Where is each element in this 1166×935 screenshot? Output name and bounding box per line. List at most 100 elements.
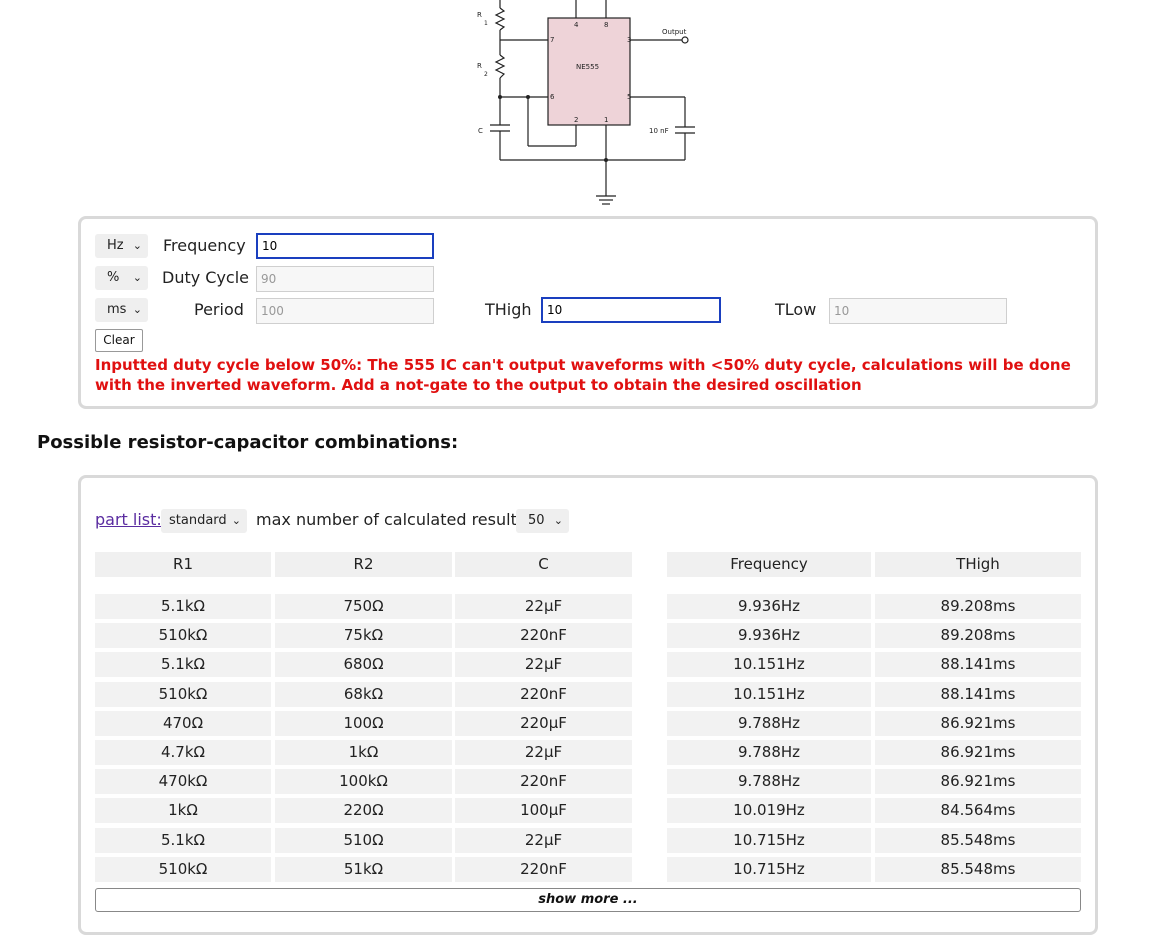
part-list-value: standard bbox=[169, 513, 227, 528]
table-cell: 510kΩ bbox=[95, 682, 271, 707]
table-cell: 88.141ms bbox=[875, 682, 1081, 707]
duty-unit-value: % bbox=[107, 270, 120, 285]
tlow-input[interactable]: 10 bbox=[829, 298, 1007, 324]
table-cell: 510kΩ bbox=[95, 623, 271, 648]
r1-subscript: 1 bbox=[484, 20, 488, 27]
table-cell: 220Ω bbox=[275, 798, 452, 823]
table-cell: 5.1kΩ bbox=[95, 652, 271, 677]
ic-label: NE555 bbox=[576, 63, 599, 71]
table-cell: 9.788Hz bbox=[667, 769, 871, 794]
cap-label: 10 nF bbox=[649, 127, 669, 135]
table-cell: 10.715Hz bbox=[667, 857, 871, 882]
table-cell: 510kΩ bbox=[95, 857, 271, 882]
frequency-unit-select[interactable]: Hz ⌄ bbox=[95, 234, 148, 258]
table-cell: 1kΩ bbox=[95, 798, 271, 823]
table-cell: 9.936Hz bbox=[667, 594, 871, 619]
table-cell: 86.921ms bbox=[875, 769, 1081, 794]
table-cell: 470kΩ bbox=[95, 769, 271, 794]
period-label: Period bbox=[194, 300, 244, 319]
table-cell: 88.141ms bbox=[875, 652, 1081, 677]
table-cell: 220nF bbox=[455, 682, 632, 707]
part-list-select[interactable]: standard ⌄ bbox=[161, 509, 247, 533]
table-cell: 510Ω bbox=[275, 828, 452, 853]
table-cell: 4.7kΩ bbox=[95, 740, 271, 765]
table-cell: 22µF bbox=[455, 594, 632, 619]
table-cell: 75kΩ bbox=[275, 623, 452, 648]
table-cell: 10.715Hz bbox=[667, 828, 871, 853]
table-cell: 220nF bbox=[455, 769, 632, 794]
output-label: Output bbox=[662, 28, 687, 36]
table-cell: 86.921ms bbox=[875, 711, 1081, 736]
table-cell: 220µF bbox=[455, 711, 632, 736]
clear-button[interactable]: Clear bbox=[95, 329, 143, 352]
table-cell: 85.548ms bbox=[875, 857, 1081, 882]
thigh-input[interactable]: 10 bbox=[541, 297, 721, 323]
r1-label: R bbox=[477, 11, 482, 19]
max-results-value: 50 bbox=[528, 513, 545, 528]
table-cell: 22µF bbox=[455, 652, 632, 677]
show-more-button[interactable]: show more ... bbox=[95, 888, 1081, 912]
pin-label: 8 bbox=[604, 21, 608, 29]
duty-cycle-input[interactable]: 90 bbox=[256, 266, 434, 292]
pin-label: 7 bbox=[550, 36, 554, 44]
table-cell: 220nF bbox=[455, 857, 632, 882]
table-cell: 10.151Hz bbox=[667, 652, 871, 677]
chevron-down-icon: ⌄ bbox=[132, 303, 142, 316]
max-results-select[interactable]: 50 ⌄ bbox=[516, 509, 569, 533]
table-cell: 9.788Hz bbox=[667, 740, 871, 765]
tlow-label: TLow bbox=[775, 300, 817, 319]
part-list-link[interactable]: part list: bbox=[95, 509, 162, 531]
ne555-schematic: NE555 4 8 7 3 6 5 2 1 R 1 R 2 C Output 1… bbox=[477, 0, 695, 205]
chevron-down-icon: ⌄ bbox=[231, 514, 241, 527]
table-cell: 750Ω bbox=[275, 594, 452, 619]
table-cell: 85.548ms bbox=[875, 828, 1081, 853]
max-results-label: max number of calculated results: bbox=[256, 510, 531, 529]
table-cell: 5.1kΩ bbox=[95, 594, 271, 619]
frequency-label: Frequency bbox=[163, 236, 246, 255]
duty-unit-select[interactable]: % ⌄ bbox=[95, 266, 148, 290]
table-cell: 22µF bbox=[455, 740, 632, 765]
table-cell: 9.936Hz bbox=[667, 623, 871, 648]
period-input[interactable]: 100 bbox=[256, 298, 434, 324]
frequency-input[interactable]: 10 bbox=[256, 233, 434, 259]
table-cell: 680Ω bbox=[275, 652, 452, 677]
pin-label: 3 bbox=[627, 36, 631, 44]
table-cell: 10.019Hz bbox=[667, 798, 871, 823]
table-cell: 9.788Hz bbox=[667, 711, 871, 736]
table-cell: 100kΩ bbox=[275, 769, 452, 794]
table-cell: 220nF bbox=[455, 623, 632, 648]
table-header-cell: C bbox=[455, 552, 632, 577]
chevron-down-icon: ⌄ bbox=[553, 514, 563, 527]
frequency-unit-value: Hz bbox=[107, 238, 124, 253]
table-cell: 100µF bbox=[455, 798, 632, 823]
period-unit-value: ms bbox=[107, 302, 127, 317]
table-cell: 89.208ms bbox=[875, 623, 1081, 648]
duty-cycle-warning: Inputted duty cycle below 50%: The 555 I… bbox=[95, 356, 1071, 394]
table-cell: 86.921ms bbox=[875, 740, 1081, 765]
table-cell: 5.1kΩ bbox=[95, 828, 271, 853]
table-cell: 68kΩ bbox=[275, 682, 452, 707]
chevron-down-icon: ⌄ bbox=[132, 239, 142, 252]
period-unit-select[interactable]: ms ⌄ bbox=[95, 298, 148, 322]
table-cell: 1kΩ bbox=[275, 740, 452, 765]
table-cell: 51kΩ bbox=[275, 857, 452, 882]
c-label: C bbox=[478, 127, 483, 135]
table-cell: 89.208ms bbox=[875, 594, 1081, 619]
table-header-cell: R2 bbox=[275, 552, 452, 577]
chevron-down-icon: ⌄ bbox=[132, 271, 142, 284]
r2-subscript: 2 bbox=[484, 71, 488, 78]
pin-label: 4 bbox=[574, 21, 579, 29]
pin-label: 1 bbox=[604, 116, 608, 124]
table-cell: 100Ω bbox=[275, 711, 452, 736]
duty-cycle-label: Duty Cycle bbox=[162, 268, 250, 287]
table-header-cell: R1 bbox=[95, 552, 271, 577]
pin-label: 2 bbox=[574, 116, 578, 124]
results-heading: Possible resistor-capacitor combinations… bbox=[37, 432, 459, 453]
r2-label: R bbox=[477, 62, 482, 70]
pin-label: 5 bbox=[627, 93, 631, 101]
table-cell: 84.564ms bbox=[875, 798, 1081, 823]
thigh-label: THigh bbox=[485, 300, 532, 319]
table-cell: 22µF bbox=[455, 828, 632, 853]
table-cell: 470Ω bbox=[95, 711, 271, 736]
table-header-cell: THigh bbox=[875, 552, 1081, 577]
